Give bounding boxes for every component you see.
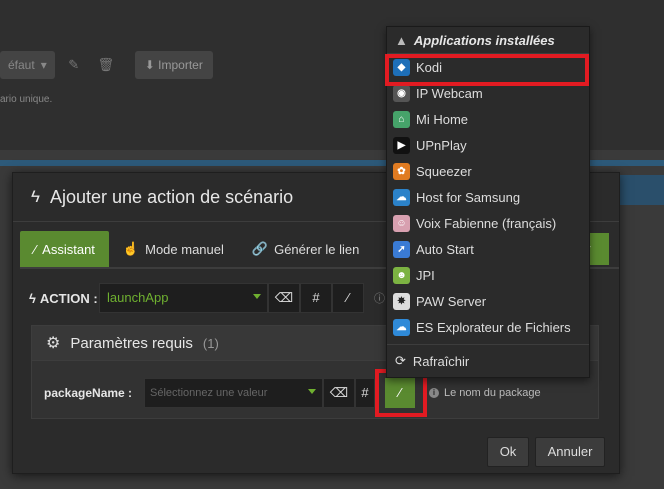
action-select-value: launchApp — [107, 290, 169, 305]
dropdown-header: ▲ Applications installées — [387, 27, 589, 54]
hash-button[interactable]: # — [355, 378, 375, 408]
dropdown-item-label: Squeezer — [416, 163, 472, 179]
dropdown-item-auto-start[interactable]: ➚ Auto Start — [387, 236, 589, 262]
refresh-icon: ⟳ — [395, 353, 406, 368]
dropdown-item-es-explorer[interactable]: ☁ ES Explorateur de Fichiers — [387, 314, 589, 340]
bolt-icon: ϟ — [31, 187, 40, 206]
magic-wand-icon: ⁄ — [346, 290, 350, 305]
dropdown-item-label: Auto Start — [416, 241, 474, 257]
dropdown-item-label: UPnPlay — [416, 137, 467, 153]
trash-icon[interactable]: 🗑 — [93, 57, 119, 73]
hash-button[interactable]: # — [300, 283, 332, 313]
cancel-button[interactable]: Annuler — [535, 437, 605, 467]
chevron-down-icon — [253, 294, 261, 299]
tab-manual-mode[interactable]: ☝ Mode manuel — [109, 231, 238, 267]
chevron-down-icon: ▾ — [40, 58, 47, 72]
background-select-label: éfaut — [8, 58, 35, 72]
hash-icon: # — [312, 290, 320, 305]
tab-manual-mode-label: Mode manuel — [145, 241, 224, 257]
eraser-icon: ⌫ — [274, 290, 294, 305]
dropdown-item-jpi[interactable]: ☻ JPI — [387, 262, 589, 288]
eraser-button[interactable]: ⌫ — [323, 378, 355, 408]
upnplay-icon: ▶ — [393, 136, 410, 154]
modal-title: Ajouter une action de scénario — [50, 186, 294, 207]
panel-title: Paramètres requis — [70, 334, 193, 352]
chevron-down-icon — [308, 389, 316, 394]
info-icon: ⓘ — [374, 293, 385, 305]
gear-icon: ⚙ — [46, 335, 61, 352]
ip-webcam-icon: ◉ — [393, 84, 410, 102]
eraser-button[interactable]: ⌫ — [268, 283, 300, 313]
highlight-kodi — [385, 54, 589, 86]
voix-fabienne-icon: ☺ — [393, 214, 410, 232]
eraser-icon: ⌫ — [329, 385, 349, 400]
dropdown-separator — [387, 344, 589, 345]
info-icon: i — [429, 388, 439, 398]
param-row: packageName : Sélectionnez une valeur ⌫ … — [44, 378, 541, 408]
refresh-button[interactable]: ⟳ Rafraîchir — [387, 349, 589, 373]
magic-wand-button[interactable]: ⁄ — [332, 283, 364, 313]
action-select[interactable]: launchApp — [99, 283, 268, 313]
param-hint: i Le nom du package — [429, 387, 541, 399]
dropdown-item-label: Voix Fabienne (français) — [416, 215, 557, 231]
import-button-label: Importer — [158, 58, 203, 72]
action-row: ϟ ACTION : launchApp ⌫ # ⁄ ⓘ D — [29, 283, 396, 313]
tab-generate-link-label: Générer le lien — [274, 241, 360, 257]
host-samsung-icon: ☁ — [393, 188, 410, 206]
refresh-label: Rafraîchir — [412, 353, 470, 369]
squeezer-icon: ✿ — [393, 162, 410, 180]
param-hint-text: Le nom du package — [444, 387, 541, 399]
dropdown-item-squeezer[interactable]: ✿ Squeezer — [387, 158, 589, 184]
dropdown-item-label: Host for Samsung — [416, 189, 521, 205]
dropdown-header-label: Applications installées — [413, 32, 555, 48]
dropdown-item-voix-fabienne[interactable]: ☺ Voix Fabienne (français) — [387, 210, 589, 236]
action-label-text: ACTION : — [39, 290, 98, 306]
background-select[interactable]: éfaut ▾ — [0, 51, 55, 79]
android-icon: ▲ — [395, 32, 408, 48]
action-label: ϟ ACTION : — [29, 291, 99, 306]
dropdown-item-paw-server[interactable]: ✸ PAW Server — [387, 288, 589, 314]
dropdown-items: ◆ Kodi ◉ IP Webcam ⌂ Mi Home ▶ UPnPlay ✿ Squeezer… — [387, 54, 589, 340]
jpi-icon: ☻ — [393, 266, 410, 284]
pencil-icon[interactable]: ✎ — [61, 57, 87, 73]
tab-assistant-label: Assistant — [42, 241, 95, 257]
dropdown-item-label: Mi Home — [416, 111, 469, 127]
auto-start-icon: ➚ — [393, 240, 410, 258]
dropdown-item-label: IP Webcam — [416, 85, 483, 101]
paw-server-icon: ✸ — [393, 292, 410, 310]
es-explorer-icon: ☁ — [393, 318, 410, 336]
ok-button[interactable]: Ok — [487, 437, 529, 467]
dropdown-item-label: ES Explorateur de Fichiers — [416, 319, 571, 335]
import-button[interactable]: ⬇ Importer — [134, 51, 213, 79]
link-icon: 🔗 — [251, 241, 269, 256]
dropdown-item-label: JPI — [416, 267, 435, 283]
dropdown-item-label: PAW Server — [416, 293, 487, 309]
hash-icon: # — [361, 385, 369, 400]
tab-assistant[interactable]: ⁄ Assistant — [20, 231, 109, 267]
background-note: ario unique. — [0, 94, 53, 105]
magic-wand-icon: ⁄ — [34, 241, 37, 257]
background-toolbar: éfaut ▾ ✎ 🗑 ⬇ Importer — [0, 50, 213, 80]
dropdown-item-mi-home[interactable]: ⌂ Mi Home — [387, 106, 589, 132]
dropdown-item-host-samsung[interactable]: ☁ Host for Samsung — [387, 184, 589, 210]
bolt-icon: ϟ — [29, 290, 36, 306]
download-icon: ⬇ — [144, 58, 155, 72]
param-label: packageName : — [44, 386, 133, 400]
package-name-placeholder: Sélectionnez une valeur — [150, 387, 268, 399]
hand-pointer-icon: ☝ — [122, 241, 140, 256]
panel-count: (1) — [202, 335, 219, 351]
package-name-select[interactable]: Sélectionnez une valeur — [144, 378, 323, 408]
dropdown-item-upnplay[interactable]: ▶ UPnPlay — [387, 132, 589, 158]
mi-home-icon: ⌂ — [393, 110, 410, 128]
tab-generate-link[interactable]: 🔗 Générer le lien — [238, 231, 373, 267]
